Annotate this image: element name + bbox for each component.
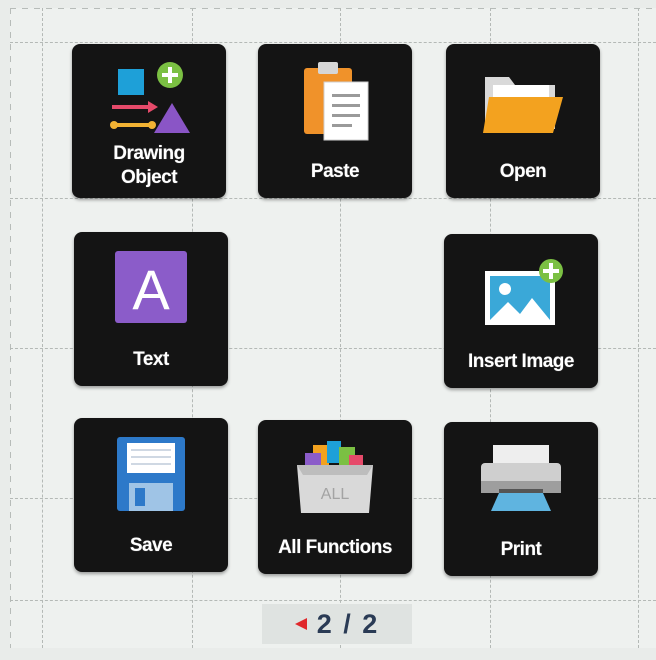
printer-icon (444, 436, 598, 522)
grid-line (638, 8, 639, 648)
drawing-object-icon (72, 58, 226, 144)
folder-icon (446, 58, 600, 144)
tile-label: Print (500, 539, 542, 560)
paste-button[interactable]: Paste (258, 44, 412, 198)
svg-text:A: A (132, 258, 170, 321)
tile-label: Paste (310, 161, 360, 182)
open-button[interactable]: Open (446, 44, 600, 198)
page-indicator: 2 / 2 (262, 604, 412, 644)
all-functions-icon: ALL (258, 434, 412, 520)
floppy-disk-icon (74, 432, 228, 518)
insert-image-button[interactable]: Insert Image (444, 234, 598, 388)
page-number-text: 2 / 2 (316, 608, 380, 639)
previous-page-arrow-icon[interactable] (294, 618, 307, 630)
grid-line (10, 42, 656, 43)
print-button[interactable]: Print (444, 422, 598, 576)
image-add-icon (444, 248, 598, 334)
text-button[interactable]: A Text (74, 232, 228, 386)
clipboard-icon (258, 58, 412, 144)
grid-line (42, 8, 43, 648)
save-button[interactable]: Save (74, 418, 228, 572)
tile-label: Text (133, 349, 169, 370)
drawing-object-button[interactable]: Drawing Object (72, 44, 226, 198)
text-icon: A (74, 246, 228, 332)
tile-label: Insert Image (468, 351, 574, 372)
tile-label: Save (129, 535, 173, 556)
tile-label: All Functions (278, 537, 392, 558)
all-box-text: ALL (321, 486, 350, 503)
grid-line (10, 198, 656, 199)
tile-label: Drawing Object (113, 143, 185, 188)
tile-label: Open (499, 161, 547, 182)
all-functions-button[interactable]: ALL All Functions (258, 420, 412, 574)
grid-line (10, 600, 656, 601)
